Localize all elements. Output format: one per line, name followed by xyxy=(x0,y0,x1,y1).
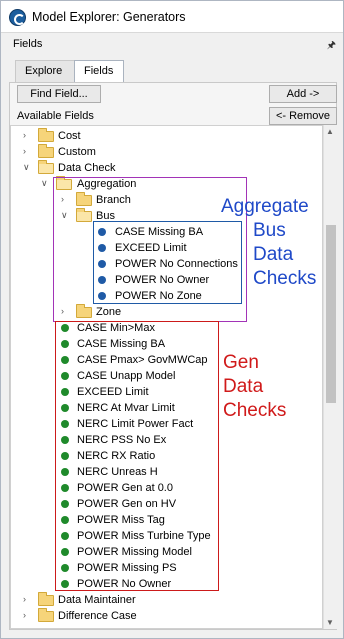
chevron-right-icon[interactable]: › xyxy=(23,146,31,156)
annotation-line: Checks xyxy=(253,268,317,289)
tab-explore[interactable]: Explore xyxy=(15,60,75,82)
gen-data-annotation: Gen Data Checks xyxy=(223,351,286,423)
gen-checks-highlight-box xyxy=(55,321,219,591)
panel-title: Fields xyxy=(13,38,43,50)
tree-item-custom[interactable]: › Custom xyxy=(11,144,322,160)
tree-item-label: Data Check xyxy=(58,162,116,174)
pin-icon[interactable]: 🖈 xyxy=(327,38,336,55)
annotation-line: Data xyxy=(253,244,294,265)
tab-fields[interactable]: Fields xyxy=(74,60,124,83)
tree-item-data-maintainer[interactable]: › Data Maintainer xyxy=(11,592,322,608)
annotation-line: Aggregate xyxy=(221,196,309,217)
annotation-line: Gen xyxy=(223,352,259,373)
tree-item-data-check[interactable]: ∨ Data Check xyxy=(11,160,322,176)
annotation-line: Data xyxy=(223,376,264,397)
aggregate-bus-annotation: Aggregate Bus Data Checks xyxy=(221,195,316,291)
folder-icon xyxy=(38,160,54,174)
tree-item-difference-case[interactable]: › Difference Case xyxy=(11,608,322,624)
scroll-up-icon[interactable]: ▲ xyxy=(326,127,334,136)
fields-panel-header: Fields 🖈 xyxy=(8,38,338,53)
add-button[interactable]: Add -> xyxy=(269,85,337,103)
tree-item-label: Custom xyxy=(58,146,96,158)
chevron-down-icon[interactable]: ∨ xyxy=(23,162,31,172)
remove-button[interactable]: <- Remove xyxy=(269,107,337,125)
tab-strip: Explore Fields xyxy=(15,60,331,83)
bus-checks-highlight-box xyxy=(93,221,242,304)
app-logo-icon xyxy=(9,9,26,26)
scroll-thumb[interactable] xyxy=(326,225,336,403)
folder-icon xyxy=(38,128,54,142)
find-field-button[interactable]: Find Field... xyxy=(17,85,101,103)
tree-item-label: Data Maintainer xyxy=(58,594,136,606)
chevron-right-icon[interactable]: › xyxy=(23,610,31,620)
chevron-right-icon[interactable]: › xyxy=(23,594,31,604)
model-explorer-window: Model Explorer: Generators Fields 🖈 Expl… xyxy=(0,0,344,639)
folder-icon xyxy=(38,592,54,606)
title-bar: Model Explorer: Generators xyxy=(1,1,343,33)
chevron-right-icon[interactable]: › xyxy=(23,130,31,140)
folder-icon xyxy=(38,144,54,158)
window-title: Model Explorer: Generators xyxy=(32,10,186,24)
tree-scrollbar[interactable]: ▲ ▼ xyxy=(323,125,338,629)
available-fields-label: Available Fields xyxy=(17,110,94,122)
annotation-line: Bus xyxy=(253,220,286,241)
chevron-down-icon[interactable]: ∨ xyxy=(41,178,49,188)
annotation-line: Checks xyxy=(223,400,287,421)
tree-item-cost[interactable]: › Cost xyxy=(11,128,322,144)
folder-icon xyxy=(38,608,54,622)
tree-item-label: Cost xyxy=(58,130,81,142)
tree-item-label: Difference Case xyxy=(58,610,137,622)
scroll-down-icon[interactable]: ▼ xyxy=(326,618,334,627)
